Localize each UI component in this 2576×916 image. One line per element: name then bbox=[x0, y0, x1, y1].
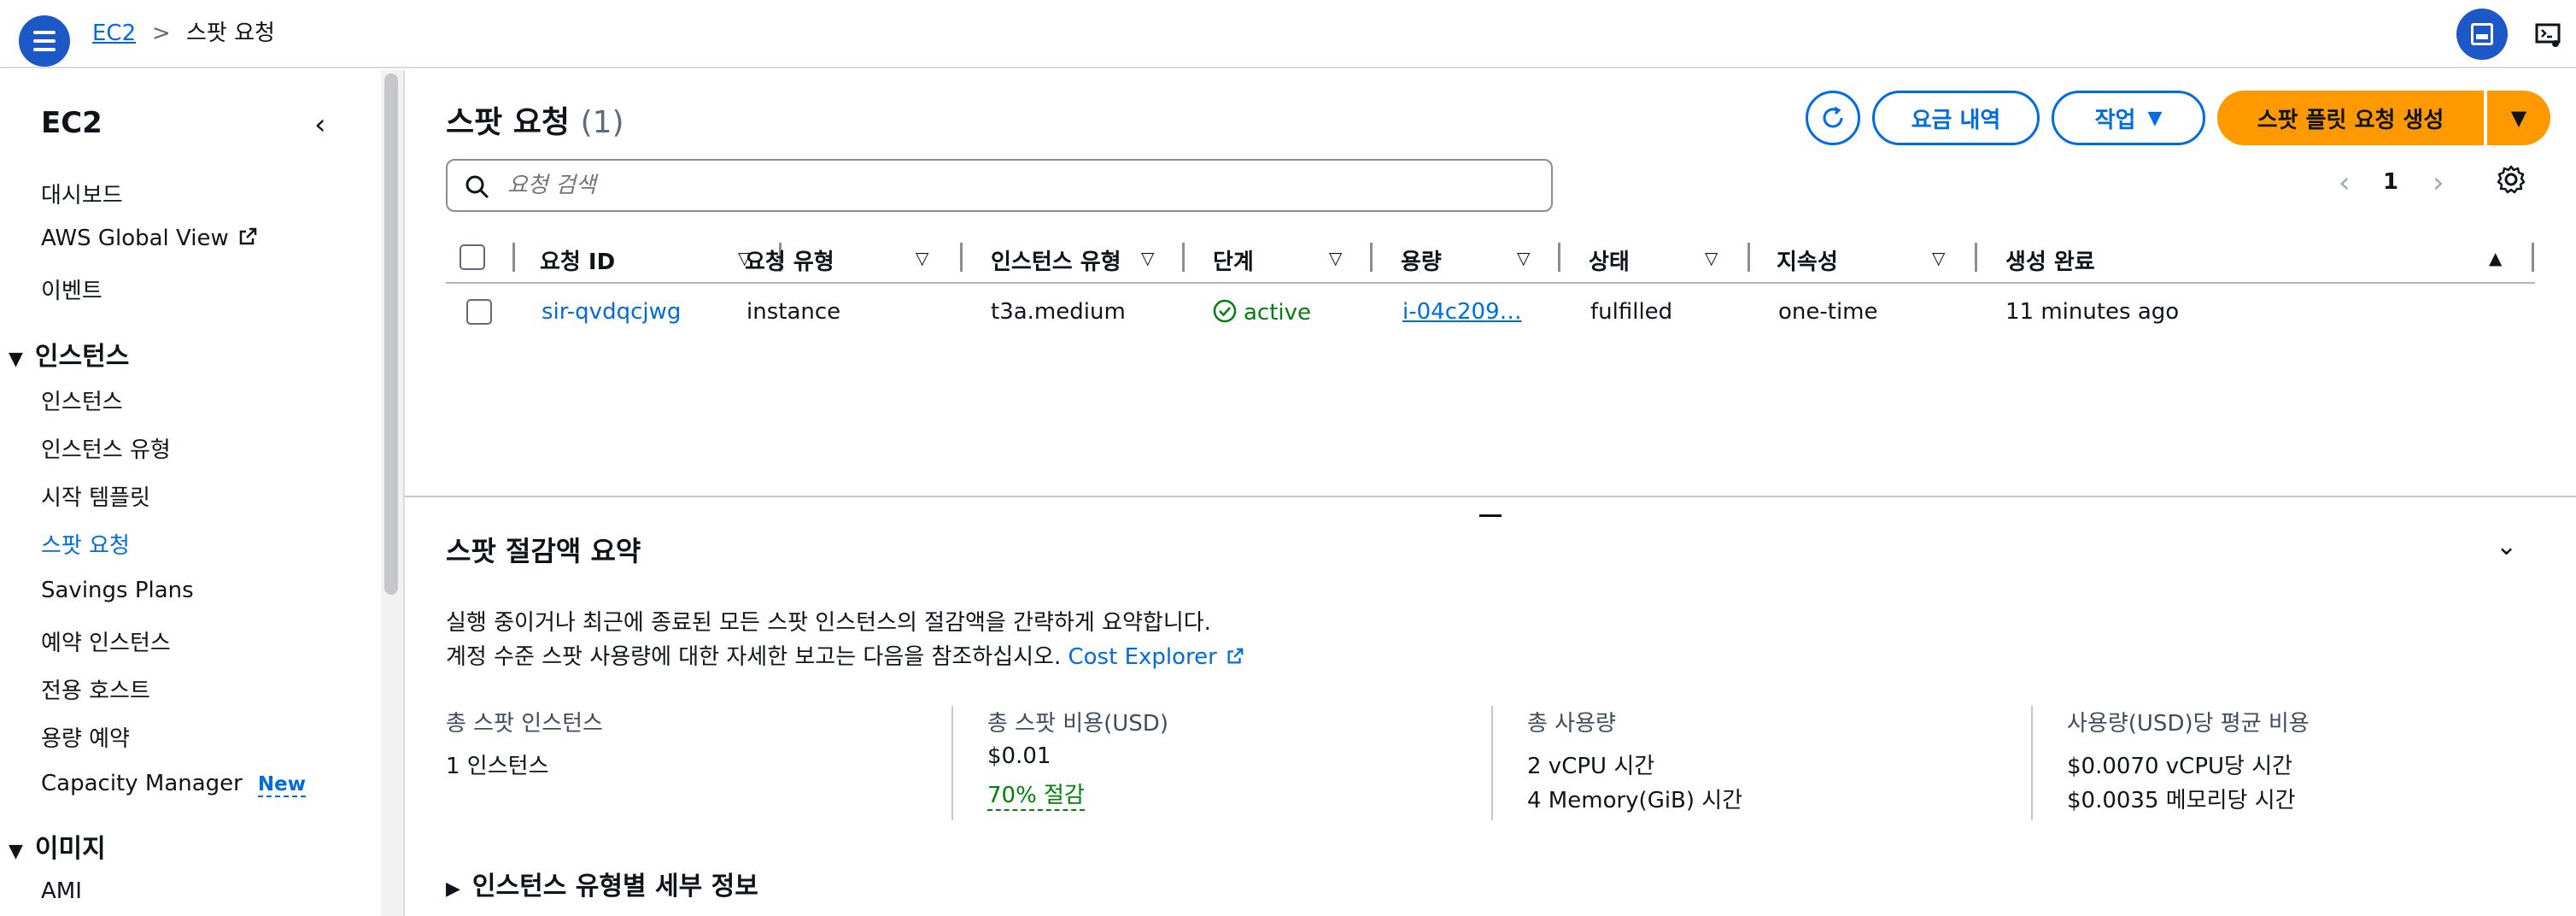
split-panel-toggle-icon[interactable] bbox=[2456, 9, 2508, 60]
column-created[interactable]: 생성 완료 bbox=[2005, 244, 2095, 276]
table-settings-gear-icon[interactable] bbox=[2496, 164, 2526, 198]
new-badge: New bbox=[257, 773, 306, 797]
request-count: (1) bbox=[580, 105, 624, 140]
sort-ascending-icon[interactable]: ▲ bbox=[2489, 248, 2502, 268]
summary-description-2: 계정 수준 스팟 사용량에 대한 자세한 보고는 다음을 참조하십시오. Cos… bbox=[446, 639, 1244, 671]
search-icon bbox=[465, 175, 489, 199]
sidebar-item-capacity-reservations[interactable]: 용량 예약 bbox=[41, 721, 130, 753]
metric-value-memory-hours: 4 Memory(GiB) 시간 bbox=[1527, 788, 1743, 813]
cell-request-type: instance bbox=[746, 299, 841, 325]
page-title: 스팟 요청 (1) bbox=[446, 105, 624, 140]
summary-description: 실행 중이거나 최근에 종료된 모든 스팟 인스턴스의 절감액을 간략하게 요약… bbox=[446, 610, 1211, 636]
sidebar-group-images[interactable]: ▼ 이미지 bbox=[9, 827, 106, 865]
cell-capacity-instance-link[interactable]: i-04c209… bbox=[1402, 299, 1522, 325]
sort-icon[interactable]: ▽ bbox=[1329, 248, 1342, 268]
sidebar-scrollbar-thumb[interactable] bbox=[384, 73, 398, 595]
sidebar-item-reserved-instances[interactable]: 예약 인스턴스 bbox=[41, 625, 171, 657]
breadcrumb-current: 스팟 요청 bbox=[186, 21, 275, 46]
cloudshell-icon[interactable] bbox=[2521, 9, 2573, 60]
column-state[interactable]: 상태 bbox=[1589, 244, 1630, 276]
column-persistence[interactable]: 지속성 bbox=[1777, 244, 1838, 276]
cell-created: 11 minutes ago bbox=[2005, 299, 2180, 325]
metric-value-vcpu-hours: 2 vCPU 시간 bbox=[1527, 754, 1655, 779]
cell-persistence: one-time bbox=[1778, 299, 1878, 325]
cell-request-id-link[interactable]: sir-qvdqcjwg bbox=[542, 299, 681, 325]
metric-divider bbox=[951, 706, 953, 820]
sidebar-collapse-icon[interactable]: ‹ bbox=[314, 108, 326, 142]
sidebar-item-launch-templates[interactable]: 시작 템플릿 bbox=[41, 480, 150, 512]
sidebar-item-capacity-manager[interactable]: Capacity Manager New bbox=[41, 771, 306, 797]
create-dropdown-caret-icon[interactable]: ▼ bbox=[2487, 91, 2550, 145]
column-phase[interactable]: 단계 bbox=[1213, 244, 1254, 276]
caret-down-icon: ▼ bbox=[9, 349, 23, 370]
sidebar-item-ami[interactable]: AMI bbox=[41, 878, 82, 904]
external-link-icon bbox=[1227, 648, 1244, 664]
pagination-prev-icon[interactable]: ‹ bbox=[2339, 166, 2351, 200]
metric-divider bbox=[1491, 706, 1493, 820]
status-success-icon bbox=[1213, 299, 1237, 323]
sort-icon[interactable]: ▽ bbox=[1141, 248, 1154, 268]
search-input[interactable] bbox=[507, 167, 1532, 203]
create-spot-fleet-button[interactable]: 스팟 플릿 요청 생성 bbox=[2217, 91, 2484, 145]
pagination-next-icon[interactable]: › bbox=[2433, 166, 2444, 200]
column-request-type[interactable]: 요청 유형 bbox=[745, 244, 834, 276]
sidebar-item-spot-requests[interactable]: 스팟 요청 bbox=[41, 528, 130, 560]
split-panel-drag-handle[interactable] bbox=[1479, 514, 1502, 517]
caret-right-icon: ▶ bbox=[446, 878, 460, 900]
metric-value-memory-cost: $0.0035 메모리당 시간 bbox=[2067, 788, 2296, 813]
breadcrumb-separator-icon: > bbox=[152, 21, 171, 46]
metric-divider bbox=[2031, 706, 2033, 820]
hamburger-menu-icon[interactable] bbox=[19, 15, 70, 67]
select-all-checkbox[interactable] bbox=[460, 244, 485, 270]
sort-icon[interactable]: ▽ bbox=[916, 248, 928, 268]
column-request-id[interactable]: 요청 ID bbox=[540, 244, 615, 276]
metric-value-total-instances: 1 인스턴스 bbox=[446, 754, 549, 779]
caret-down-icon: ▼ bbox=[2147, 107, 2163, 129]
metric-label-average-cost: 사용량(USD)당 평균 비용 bbox=[2067, 711, 2310, 737]
actions-button[interactable]: 작업 ▼ bbox=[2052, 91, 2205, 145]
sort-icon[interactable]: ▽ bbox=[1932, 248, 1945, 268]
metric-value-total-cost: $0.01 bbox=[987, 743, 1051, 769]
summary-title: 스팟 절감액 요약 bbox=[446, 535, 641, 567]
external-link-icon bbox=[239, 227, 256, 245]
sort-icon[interactable]: ▽ bbox=[1517, 248, 1530, 268]
refresh-icon bbox=[1823, 106, 1843, 128]
metric-label-total-instances: 총 스팟 인스턴스 bbox=[446, 711, 603, 737]
cell-phase: active bbox=[1213, 299, 1311, 326]
pricing-history-button[interactable]: 요금 내역 bbox=[1872, 91, 2040, 145]
instance-type-details-expander[interactable]: ▶ 인스턴스 유형별 세부 정보 bbox=[446, 865, 758, 902]
row-checkbox[interactable] bbox=[466, 299, 492, 325]
split-panel-divider bbox=[405, 496, 2576, 497]
sidebar-item-dedicated-hosts[interactable]: 전용 호스트 bbox=[41, 673, 150, 705]
savings-percentage[interactable]: 70% 절감 bbox=[987, 778, 1085, 811]
sidebar-group-instances[interactable]: ▼ 인스턴스 bbox=[9, 335, 129, 373]
sort-icon[interactable]: ▽ bbox=[1705, 248, 1718, 268]
breadcrumb-ec2-link[interactable]: EC2 bbox=[92, 19, 136, 48]
sidebar-title: EC2 bbox=[41, 106, 102, 140]
metric-label-total-usage: 총 사용량 bbox=[1527, 711, 1616, 737]
column-instance-type[interactable]: 인스턴스 유형 bbox=[991, 244, 1121, 276]
refresh-button[interactable] bbox=[1806, 91, 1860, 145]
column-capacity[interactable]: 용량 bbox=[1401, 244, 1442, 276]
caret-down-icon: ▼ bbox=[9, 841, 23, 862]
cell-instance-type: t3a.medium bbox=[991, 299, 1126, 325]
search-box[interactable] bbox=[446, 159, 1553, 212]
metric-value-vcpu-cost: $0.0070 vCPU당 시간 bbox=[2067, 754, 2293, 779]
cell-state: fulfilled bbox=[1590, 299, 1673, 325]
sidebar-item-events[interactable]: 이벤트 bbox=[41, 273, 102, 305]
sidebar-item-global-view[interactable]: AWS Global View bbox=[41, 226, 258, 251]
sidebar: EC2 ‹ 대시보드 AWS Global View 이벤트 ▼ 인스턴스 인스턴… bbox=[0, 70, 379, 916]
sidebar-item-instances[interactable]: 인스턴스 bbox=[41, 385, 123, 416]
sidebar-item-savings-plans[interactable]: Savings Plans bbox=[41, 578, 194, 603]
metric-label-total-cost: 총 스팟 비용(USD) bbox=[987, 711, 1168, 737]
sidebar-item-instance-types[interactable]: 인스턴스 유형 bbox=[41, 432, 171, 464]
cost-explorer-link[interactable]: Cost Explorer bbox=[1068, 644, 1244, 670]
spot-requests-panel: 스팟 요청 (1) 요금 내역 작업▼ 스팟 플릿 요청 생성 ▼ ‹ 1 › … bbox=[405, 70, 2576, 497]
pagination-current-page[interactable]: 1 bbox=[2383, 169, 2398, 195]
sidebar-item-dashboard[interactable]: 대시보드 bbox=[41, 178, 123, 209]
top-navigation-bar: EC2 > 스팟 요청 bbox=[0, 0, 2576, 68]
chevron-down-icon[interactable]: ⌄ bbox=[2496, 531, 2517, 561]
